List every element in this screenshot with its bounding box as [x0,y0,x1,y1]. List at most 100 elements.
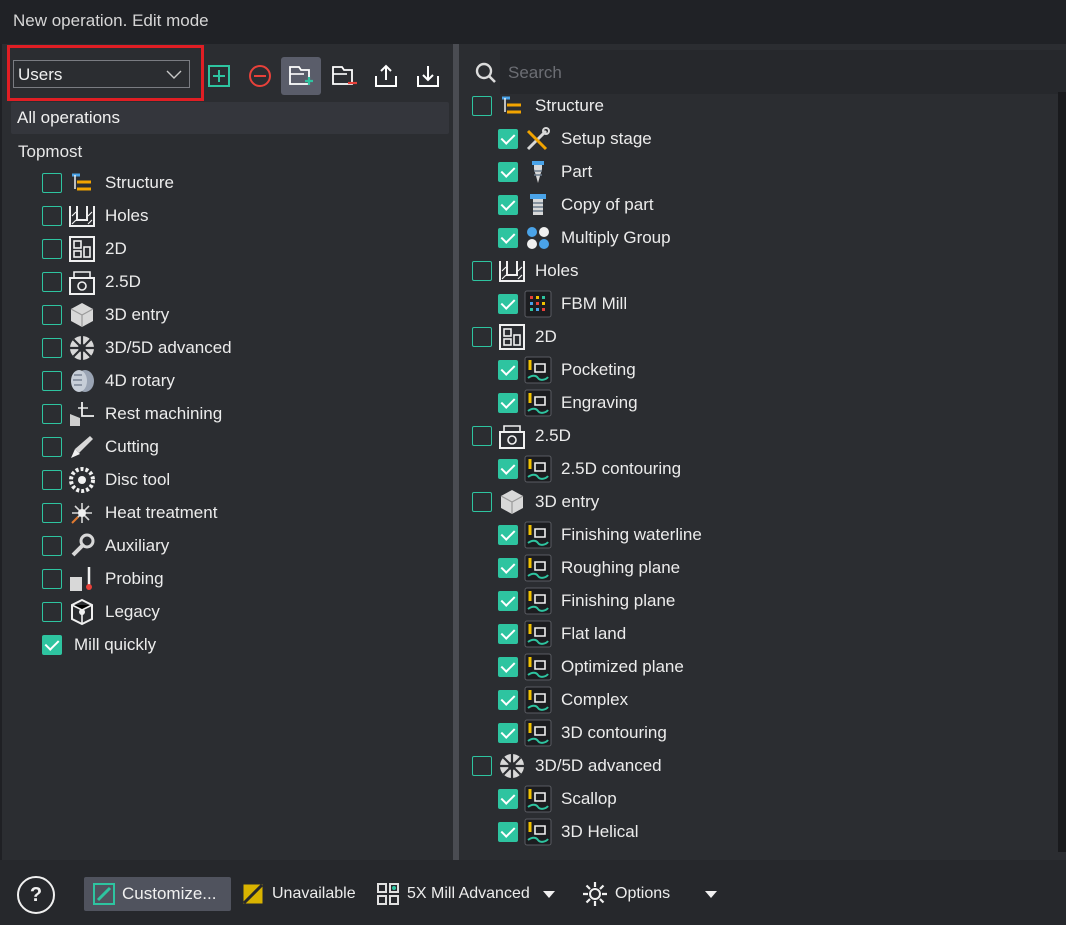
options-button[interactable]: Options [581,877,670,911]
checkbox[interactable] [42,602,62,622]
checkbox[interactable] [498,657,518,677]
checkbox[interactable] [498,591,518,611]
add-folder-button[interactable] [281,57,321,95]
group-selector-highlight: Users [7,45,204,101]
category-row[interactable]: 2D [42,234,127,264]
checkbox[interactable] [498,822,518,842]
checkbox[interactable] [42,371,62,391]
checkbox[interactable] [472,492,492,512]
unavailable-toggle[interactable]: Unavailable [240,877,356,911]
tree-operation-row[interactable]: Pocketing [498,355,636,385]
checkbox[interactable] [498,459,518,479]
probing-icon [68,565,96,593]
checkbox[interactable] [42,404,62,424]
tree-operation-row[interactable]: Setup stage [498,124,652,154]
category-row[interactable]: 4D rotary [42,366,175,396]
tree-operation-row[interactable]: Finishing plane [498,586,675,616]
checkbox[interactable] [42,272,62,292]
checkbox[interactable] [498,690,518,710]
checkbox[interactable] [42,635,62,655]
tree-operation-row[interactable]: 3D contouring [498,718,667,748]
tree-operation-row[interactable]: Optimized plane [498,652,684,682]
checkbox[interactable] [42,569,62,589]
checkbox[interactable] [42,536,62,556]
category-row[interactable]: Auxiliary [42,531,169,561]
tree-operation-row[interactable]: Multiply Group [498,223,671,253]
checkbox[interactable] [42,206,62,226]
tree-group-row[interactable]: Holes [472,256,578,286]
checkbox[interactable] [42,503,62,523]
category-row[interactable]: Structure [42,168,174,198]
checkbox[interactable] [42,338,62,358]
tree-operation-row[interactable]: Copy of part [498,190,654,220]
machine-selector[interactable]: 5X Mill Advanced [375,877,556,911]
checkbox[interactable] [498,393,518,413]
import-button[interactable] [408,57,448,95]
tree-operation-row[interactable]: Complex [498,685,628,715]
category-row[interactable]: Disc tool [42,465,170,495]
tree-operation-row[interactable]: 3D Helical [498,817,638,847]
category-row[interactable]: Legacy [42,597,160,627]
caret-down-icon [705,891,717,898]
checkbox[interactable] [498,525,518,545]
tree-operation-row[interactable]: FBM Mill [498,289,627,319]
checkbox[interactable] [498,129,518,149]
tree-operation-row[interactable]: Part [498,157,592,187]
checkbox[interactable] [472,96,492,116]
category-row[interactable]: Heat treatment [42,498,217,528]
remove-group-button[interactable] [240,57,280,95]
tree-group-row[interactable]: Structure [472,91,604,121]
help-button[interactable]: ? [17,876,55,914]
disc-tool-icon [68,466,96,494]
3d-contouring-icon [524,719,552,747]
category-row[interactable]: Rest machining [42,399,222,429]
checkbox[interactable] [498,360,518,380]
group-combobox[interactable]: Users [13,60,190,88]
checkbox[interactable] [472,261,492,281]
add-group-button[interactable] [199,57,239,95]
checkbox[interactable] [498,294,518,314]
tree-group-row[interactable]: 3D/5D advanced [472,751,662,781]
remove-folder-button[interactable] [324,57,364,95]
category-row[interactable]: Cutting [42,432,159,462]
checkbox[interactable] [42,173,62,193]
tree-operation-row[interactable]: Flat land [498,619,626,649]
category-label: 2D [105,239,127,258]
tree-group-row[interactable]: 2D [472,322,557,352]
options-dropdown[interactable] [704,877,718,911]
checkbox[interactable] [42,305,62,325]
export-button[interactable] [366,57,406,95]
checkbox[interactable] [498,195,518,215]
category-row[interactable]: Probing [42,564,164,594]
tree-operation-row[interactable]: Engraving [498,388,638,418]
checkbox[interactable] [498,162,518,182]
checkbox[interactable] [42,437,62,457]
checkbox[interactable] [472,426,492,446]
all-operations-item[interactable]: All operations [11,102,449,134]
checkbox[interactable] [472,756,492,776]
checkbox[interactable] [472,327,492,347]
checkbox[interactable] [42,470,62,490]
tree-group-row[interactable]: 3D entry [472,487,599,517]
checkbox[interactable] [498,723,518,743]
category-row[interactable]: 3D entry [42,300,169,330]
optimized-plane-icon [524,653,552,681]
tree-operation-row[interactable]: 2.5D contouring [498,454,681,484]
tree-group-row[interactable]: 2.5D [472,421,571,451]
category-row[interactable]: 3D/5D advanced [42,333,232,363]
category-row[interactable]: Holes [42,201,148,231]
customize-button[interactable]: Customize... [84,877,231,911]
checkbox[interactable] [42,239,62,259]
checkbox[interactable] [498,228,518,248]
scrollbar[interactable] [1058,92,1066,852]
search-icon [475,62,496,83]
tree-operation-row[interactable]: Roughing plane [498,553,680,583]
category-row[interactable]: Mill quickly [42,630,156,660]
category-row[interactable]: 2.5D [42,267,141,297]
tree-operation-row[interactable]: Finishing waterline [498,520,702,550]
checkbox[interactable] [498,558,518,578]
tree-operation-row[interactable]: Scallop [498,784,617,814]
search-input[interactable] [508,60,1048,86]
checkbox[interactable] [498,624,518,644]
checkbox[interactable] [498,789,518,809]
